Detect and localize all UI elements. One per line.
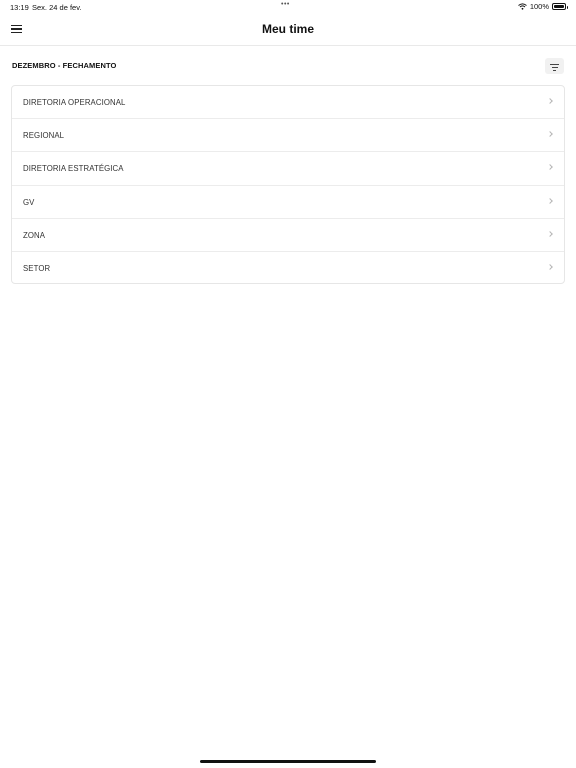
status-bar: 13:19 Sex. 24 de fev. ••• 100% (0, 0, 576, 14)
list-item-zona[interactable]: ZONA (12, 219, 564, 252)
status-time: 13:19 (10, 3, 29, 12)
list-item-diretoria-operacional[interactable]: DIRETORIA OPERACIONAL (12, 86, 564, 120)
chevron-right-icon (547, 230, 553, 237)
filter-icon (550, 64, 559, 65)
chevron-right-icon (547, 131, 553, 138)
status-date: Sex. 24 de fev. (32, 3, 82, 12)
status-indicators: 100% (517, 2, 568, 11)
period-title: DEZEMBRO - FECHAMENTO (12, 61, 117, 70)
battery-percentage: 100% (529, 2, 549, 11)
list-item-regional[interactable]: REGIONAL (12, 119, 564, 153)
chevron-right-icon (547, 98, 553, 104)
list-item-label: ZONA (23, 230, 46, 240)
list-item-diretoria-estrategica[interactable]: DIRETORIA ESTRATÉGICA (12, 152, 564, 186)
section-header: DEZEMBRO - FECHAMENTO (0, 56, 576, 76)
chevron-right-icon (547, 264, 553, 270)
wifi-icon (517, 3, 527, 10)
navigation-bar: Meu time (0, 14, 576, 46)
list-item-label: DIRETORIA OPERACIONAL (23, 98, 126, 107)
team-level-list: DIRETORIA OPERACIONAL REGIONAL DIRETORIA… (11, 85, 565, 284)
home-indicator[interactable] (200, 760, 376, 763)
list-item-label: GV (23, 197, 35, 207)
list-item-label: DIRETORIA ESTRATÉGICA (23, 164, 124, 174)
list-item-setor[interactable]: SETOR (12, 252, 564, 285)
chevron-right-icon (547, 164, 553, 171)
list-item-label: SETOR (23, 263, 51, 273)
list-item-label: REGIONAL (23, 131, 65, 141)
chevron-right-icon (547, 197, 553, 204)
list-item-gv[interactable]: GV (12, 186, 564, 219)
multitasking-dots-icon[interactable]: ••• (281, 1, 290, 8)
battery-icon (552, 3, 568, 10)
filter-button[interactable] (545, 58, 564, 74)
page-title: Meu time (261, 22, 314, 36)
